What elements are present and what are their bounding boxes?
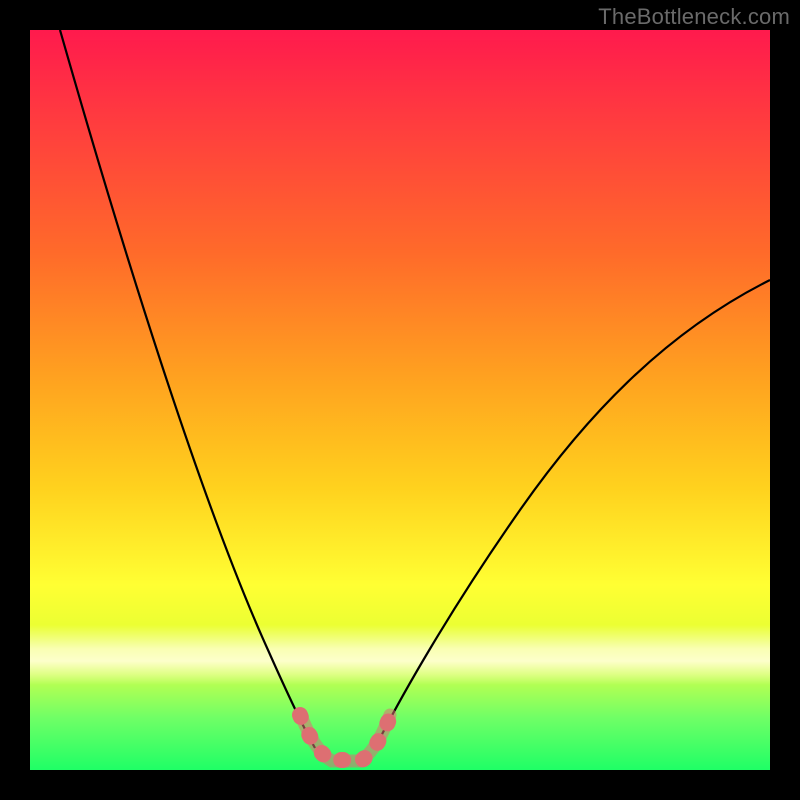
curve-layer — [30, 30, 770, 770]
chart-stage: TheBottleneck.com — [0, 0, 800, 800]
curve-left — [60, 30, 315, 748]
salmon-valley — [300, 712, 392, 760]
watermark-text: TheBottleneck.com — [598, 4, 790, 30]
salmon-valley-fill — [302, 715, 390, 761]
curve-right — [375, 280, 770, 748]
plot-area — [30, 30, 770, 770]
highlight-band — [30, 625, 770, 685]
